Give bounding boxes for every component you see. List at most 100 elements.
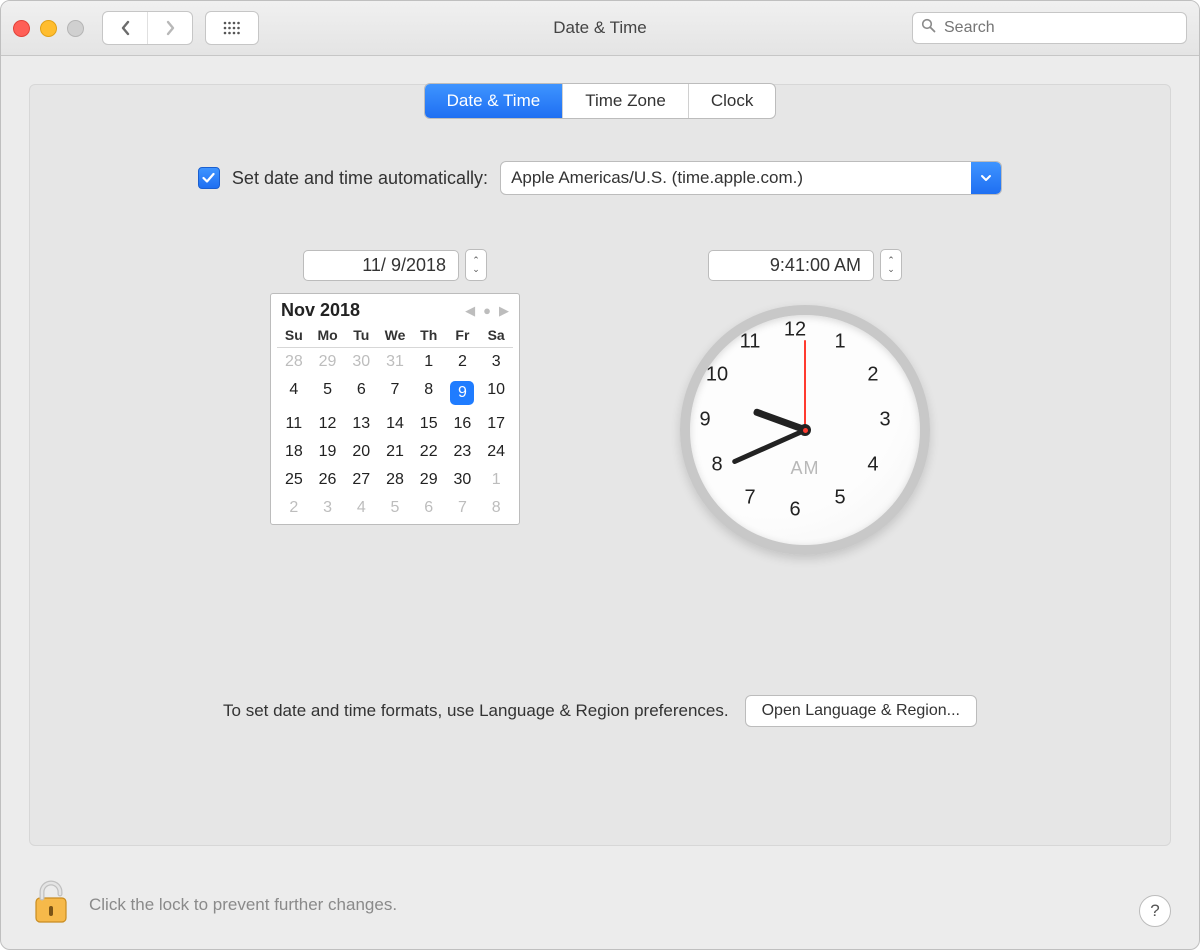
calendar-prev-icon[interactable]: ◀ (465, 303, 475, 319)
calendar-day[interactable]: 2 (446, 348, 480, 376)
calendar-day[interactable]: 1 (412, 348, 446, 376)
time-column: 9:41:00 AM ⌃ ⌄ AM 1212345 (680, 249, 930, 555)
clock-number: 4 (867, 454, 878, 477)
calendar-dow: Fr (446, 327, 480, 343)
segmented-control[interactable]: Date & Time Time Zone Clock (424, 83, 777, 119)
calendar-day[interactable]: 11 (277, 410, 311, 438)
analog-clock: AM 121234567891011 (680, 305, 930, 555)
calendar-day[interactable]: 8 (412, 376, 446, 410)
calendar-day[interactable]: 3 (311, 494, 345, 522)
calendar-day[interactable]: 25 (277, 466, 311, 494)
calendar-day[interactable]: 7 (446, 494, 480, 522)
footer-text: To set date and time formats, use Langua… (223, 701, 729, 721)
lock-row: Click the lock to prevent further change… (31, 878, 397, 931)
calendar-day[interactable]: 21 (378, 438, 412, 466)
calendar-day[interactable]: 26 (311, 466, 345, 494)
calendar-day[interactable]: 8 (479, 494, 513, 522)
calendar-day[interactable]: 30 (446, 466, 480, 494)
show-all-button[interactable] (205, 11, 259, 45)
back-forward-buttons[interactable] (102, 11, 193, 45)
calendar-day[interactable]: 18 (277, 438, 311, 466)
date-time-columns: 11/ 9/2018 ⌃ ⌄ Nov 2018 ◀ ● ▶ (30, 249, 1170, 555)
calendar-dow: Mo (311, 327, 345, 343)
search-input[interactable] (942, 18, 1178, 38)
calendar-day[interactable]: 20 (344, 438, 378, 466)
zoom-window-button (67, 20, 84, 37)
auto-set-label: Set date and time automatically: (232, 168, 488, 189)
calendar-day[interactable]: 15 (412, 410, 446, 438)
time-server-value: Apple Americas/U.S. (time.apple.com.) (501, 162, 971, 194)
auto-set-row: Set date and time automatically: Apple A… (30, 161, 1170, 195)
clock-number: 10 (706, 364, 728, 387)
lock-icon[interactable] (31, 878, 71, 931)
search-field[interactable] (912, 12, 1187, 44)
clock-ampm-label: AM (791, 458, 820, 479)
close-window-button[interactable] (13, 20, 30, 37)
calendar-next-icon[interactable]: ▶ (499, 303, 509, 319)
chevron-left-icon (120, 20, 131, 36)
calendar-dow-row: SuMoTuWeThFrSa (277, 327, 513, 348)
forward-button[interactable] (148, 12, 192, 44)
auto-set-checkbox[interactable] (198, 167, 220, 189)
calendar[interactable]: Nov 2018 ◀ ● ▶ SuMoTuWeThFrSa 2829303112… (270, 293, 520, 525)
date-stepper[interactable]: ⌃ ⌄ (465, 249, 487, 281)
clock-pivot (799, 424, 811, 436)
calendar-day[interactable]: 3 (479, 348, 513, 376)
calendar-day[interactable]: 29 (311, 348, 345, 376)
calendar-day[interactable]: 14 (378, 410, 412, 438)
calendar-day[interactable]: 6 (412, 494, 446, 522)
tab-clock[interactable]: Clock (689, 84, 776, 118)
time-stepper[interactable]: ⌃ ⌄ (880, 249, 902, 281)
checkmark-icon (202, 172, 215, 184)
calendar-day[interactable]: 6 (344, 376, 378, 410)
calendar-days-grid[interactable]: 2829303112345678910111213141516171819202… (277, 348, 513, 522)
calendar-day[interactable]: 27 (344, 466, 378, 494)
calendar-day[interactable]: 23 (446, 438, 480, 466)
calendar-day[interactable]: 22 (412, 438, 446, 466)
time-field[interactable]: 9:41:00 AM (708, 250, 874, 281)
tab-time-zone[interactable]: Time Zone (563, 84, 689, 118)
calendar-day[interactable]: 10 (479, 376, 513, 410)
back-button[interactable] (103, 12, 148, 44)
chevron-right-icon (165, 20, 176, 36)
grid-icon (223, 21, 241, 35)
calendar-day[interactable]: 5 (378, 494, 412, 522)
date-stepper-row: 11/ 9/2018 ⌃ ⌄ (303, 249, 487, 281)
calendar-day[interactable]: 30 (344, 348, 378, 376)
calendar-day[interactable]: 5 (311, 376, 345, 410)
open-language-region-button[interactable]: Open Language & Region... (745, 695, 977, 727)
calendar-day[interactable]: 17 (479, 410, 513, 438)
calendar-day[interactable]: 4 (277, 376, 311, 410)
calendar-day[interactable]: 9 (446, 376, 480, 410)
calendar-day[interactable]: 2 (277, 494, 311, 522)
minimize-window-button[interactable] (40, 20, 57, 37)
calendar-day[interactable]: 28 (378, 466, 412, 494)
help-button[interactable]: ? (1139, 895, 1171, 927)
clock-number: 11 (740, 331, 761, 354)
date-field[interactable]: 11/ 9/2018 (303, 250, 459, 281)
calendar-day[interactable]: 1 (479, 466, 513, 494)
calendar-dow: We (378, 327, 412, 343)
calendar-month-label: Nov 2018 (281, 300, 360, 321)
combo-dropdown-button[interactable] (971, 162, 1001, 194)
clock-number: 8 (711, 454, 722, 477)
calendar-day[interactable]: 16 (446, 410, 480, 438)
calendar-day[interactable]: 12 (311, 410, 345, 438)
calendar-day[interactable]: 13 (344, 410, 378, 438)
calendar-day[interactable]: 24 (479, 438, 513, 466)
preferences-window: Date & Time Date & Time Time Zone Clock (0, 0, 1200, 950)
time-stepper-row: 9:41:00 AM ⌃ ⌄ (708, 249, 902, 281)
calendar-day[interactable]: 29 (412, 466, 446, 494)
time-server-combo[interactable]: Apple Americas/U.S. (time.apple.com.) (500, 161, 1002, 195)
calendar-day[interactable]: 7 (378, 376, 412, 410)
window-controls (13, 20, 84, 37)
calendar-day[interactable]: 4 (344, 494, 378, 522)
calendar-dow: Th (412, 327, 446, 343)
search-icon (921, 18, 936, 38)
clock-number: 6 (789, 499, 800, 522)
calendar-day[interactable]: 19 (311, 438, 345, 466)
tab-date-time[interactable]: Date & Time (425, 84, 564, 118)
calendar-day[interactable]: 28 (277, 348, 311, 376)
calendar-day[interactable]: 31 (378, 348, 412, 376)
calendar-today-icon[interactable]: ● (483, 303, 491, 318)
